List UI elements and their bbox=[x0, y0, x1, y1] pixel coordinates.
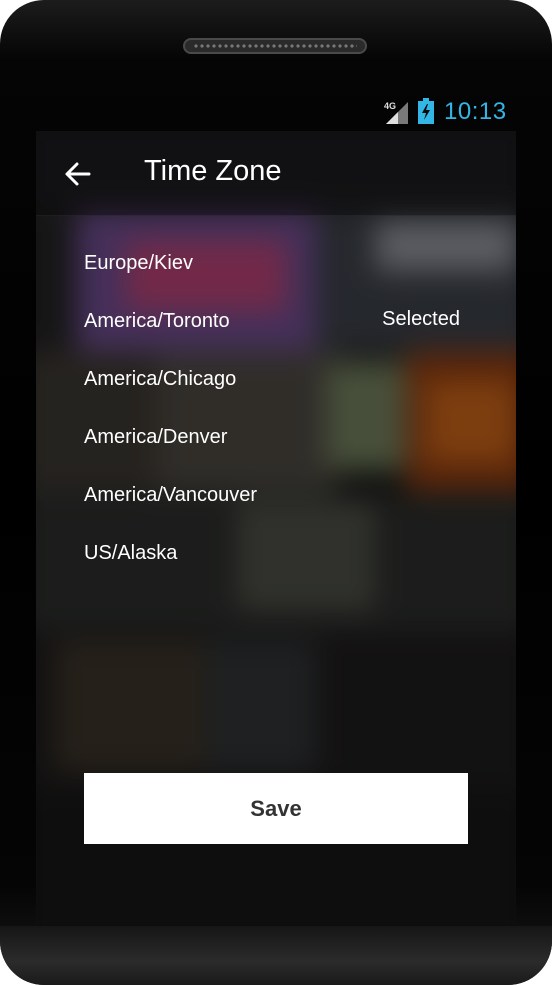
save-button[interactable]: Save bbox=[84, 773, 468, 844]
app-bar: Time Zone bbox=[36, 131, 516, 216]
time-zone-list: Europe/Kiev America/Toronto Selected Ame… bbox=[36, 235, 516, 583]
network-type: 4G bbox=[384, 101, 396, 111]
bottom-bezel bbox=[0, 926, 552, 985]
time-zone-label: America/Denver bbox=[84, 426, 228, 448]
back-button[interactable] bbox=[52, 149, 102, 199]
battery-charging-icon bbox=[418, 98, 434, 124]
cell-signal-icon: 4G bbox=[384, 101, 408, 124]
selected-indicator: Selected bbox=[382, 308, 460, 330]
arrow-back-icon bbox=[65, 162, 91, 186]
time-zone-item-europe-kiev[interactable]: Europe/Kiev bbox=[36, 235, 516, 293]
phone-frame: 4G 10:13 Time Zone Europe/Kiev America/T… bbox=[0, 0, 552, 985]
status-bar: 4G 10:13 bbox=[36, 92, 516, 130]
time-zone-label: America/Toronto bbox=[84, 310, 230, 332]
time-zone-label: Europe/Kiev bbox=[84, 252, 193, 274]
time-zone-item-america-chicago[interactable]: America/Chicago bbox=[36, 351, 516, 409]
time-zone-label: America/Chicago bbox=[84, 368, 237, 390]
time-zone-item-america-vancouver[interactable]: America/Vancouver bbox=[36, 467, 516, 525]
time-zone-label: America/Vancouver bbox=[84, 484, 258, 506]
speaker-grille bbox=[183, 38, 367, 54]
status-clock: 10:13 bbox=[444, 98, 507, 125]
page-title: Time Zone bbox=[144, 155, 282, 187]
time-zone-label: US/Alaska bbox=[84, 542, 178, 564]
time-zone-item-america-denver[interactable]: America/Denver bbox=[36, 409, 516, 467]
app-screen: Time Zone Europe/Kiev America/Toronto Se… bbox=[36, 131, 516, 926]
time-zone-item-us-alaska[interactable]: US/Alaska bbox=[36, 525, 516, 583]
time-zone-item-america-toronto[interactable]: America/Toronto Selected bbox=[36, 293, 516, 351]
